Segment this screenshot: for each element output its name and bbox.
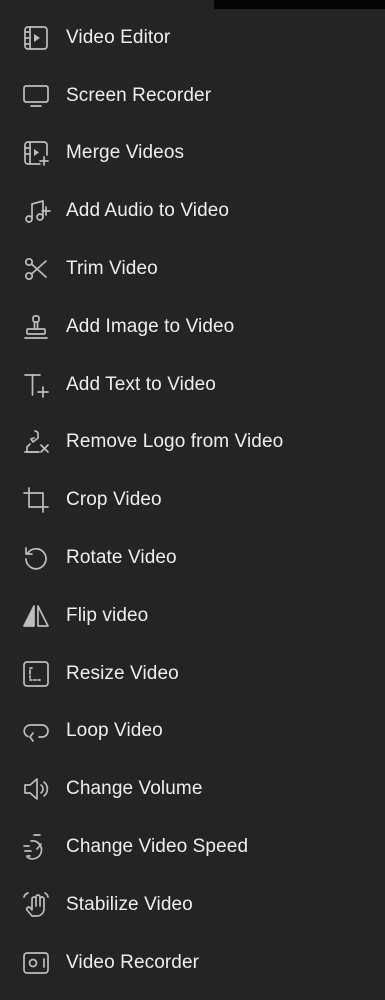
menu-item-video-recorder[interactable]: Video Recorder [0,934,385,992]
menu-item-flip-video[interactable]: Flip video [0,587,385,645]
stamp-icon [21,312,51,342]
text-plus-icon [21,370,51,400]
menu-item-label: Change Video Speed [66,836,249,858]
menu-item-label: Screen Recorder [66,84,212,106]
remove-logo-icon [21,427,51,457]
top-dark-strip [214,0,385,9]
menu-item-add-image[interactable]: Add Image to Video [0,298,385,356]
menu-item-screen-recorder[interactable]: Screen Recorder [0,67,385,125]
video-recorder-icon [21,948,51,978]
menu-item-stabilize-video[interactable]: Stabilize Video [0,876,385,934]
speed-timer-icon [21,832,51,862]
menu-item-label: Add Text to Video [66,373,216,395]
resize-icon [21,659,51,689]
menu-item-label: Remove Logo from Video [66,431,284,453]
stabilize-hand-icon [21,890,51,920]
menu-item-label: Rotate Video [66,547,177,569]
menu-item-add-audio[interactable]: Add Audio to Video [0,182,385,240]
menu-item-label: Change Volume [66,778,203,800]
menu-item-label: Video Editor [66,26,171,48]
menu-item-crop-video[interactable]: Crop Video [0,471,385,529]
menu-item-change-speed[interactable]: Change Video Speed [0,818,385,876]
menu-item-label: Video Recorder [66,951,200,973]
rotate-icon [21,543,51,573]
menu-item-label: Stabilize Video [66,893,193,915]
music-note-plus-icon [21,196,51,226]
crop-icon [21,485,51,515]
video-editor-icon [21,23,51,53]
menu-item-label: Crop Video [66,489,162,511]
menu-item-remove-logo[interactable]: Remove Logo from Video [0,414,385,472]
menu-item-label: Loop Video [66,720,163,742]
volume-icon [21,774,51,804]
menu-item-label: Trim Video [66,258,158,280]
menu-item-label: Add Image to Video [66,315,235,337]
menu-item-label: Merge Videos [66,142,185,164]
menu-item-resize-video[interactable]: Resize Video [0,645,385,703]
menu-item-label: Add Audio to Video [66,200,230,222]
menu-item-merge-videos[interactable]: Merge Videos [0,125,385,183]
menu-item-loop-video[interactable]: Loop Video [0,703,385,761]
menu-item-label: Resize Video [66,662,179,684]
menu-item-change-volume[interactable]: Change Volume [0,760,385,818]
menu-item-add-text[interactable]: Add Text to Video [0,356,385,414]
menu-item-label: Flip video [66,604,149,626]
monitor-icon [21,81,51,111]
next-section-edge [0,995,385,1000]
flip-icon [21,601,51,631]
merge-videos-icon [21,138,51,168]
menu-item-rotate-video[interactable]: Rotate Video [0,529,385,587]
menu-item-video-editor[interactable]: Video Editor [0,9,385,67]
loop-icon [21,716,51,746]
menu-item-trim-video[interactable]: Trim Video [0,240,385,298]
scissors-icon [21,254,51,284]
tools-menu: Video Editor Screen Recorder Merge Video… [0,9,385,992]
